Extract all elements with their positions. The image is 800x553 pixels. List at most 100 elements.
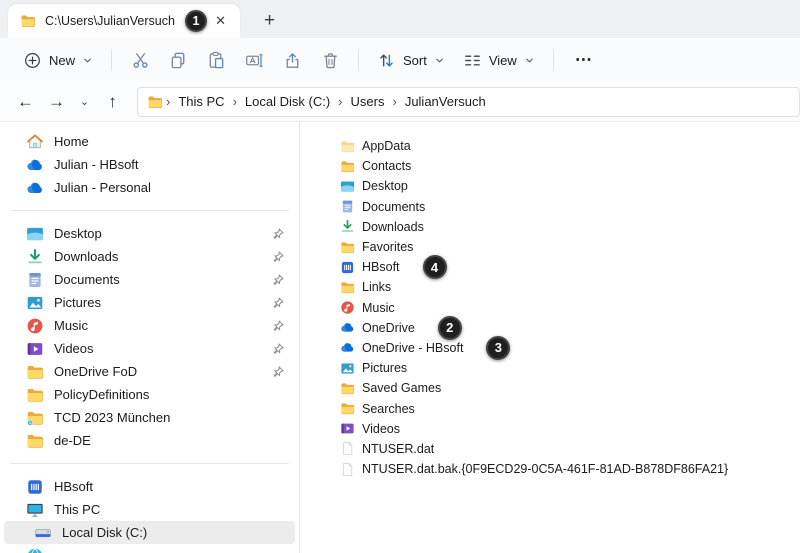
pin-icon — [271, 273, 285, 287]
view-button[interactable]: View — [454, 44, 544, 77]
file-item-documents[interactable]: Documents — [340, 197, 800, 217]
music-icon — [340, 300, 355, 315]
sidebar-item-julian-hbsoft[interactable]: Julian - HBsoft — [4, 153, 295, 176]
file-icon — [340, 441, 355, 456]
downloads-icon — [340, 219, 355, 234]
back-button[interactable]: ← — [10, 88, 41, 116]
share-button[interactable] — [273, 44, 311, 77]
file-name: Music — [362, 301, 395, 315]
file-item-favorites[interactable]: Favorites — [340, 237, 800, 257]
sidebar-item-label: Julian - HBsoft — [54, 157, 139, 172]
desktop-icon — [26, 225, 44, 243]
file-item-searches[interactable]: Searches — [340, 398, 800, 418]
breadcrumb-segment-local-disk-c[interactable]: Local Disk (C:) — [238, 91, 337, 112]
new-button[interactable]: New — [14, 44, 102, 77]
breadcrumb-segment-this-pc[interactable]: This PC — [171, 91, 231, 112]
this-pc-icon — [26, 501, 44, 519]
sidebar-item-downloads[interactable]: Downloads — [4, 245, 295, 268]
file-name: NTUSER.dat — [362, 442, 434, 456]
pin-icon — [271, 250, 285, 264]
file-item-onedrive[interactable]: OneDrive2 — [340, 318, 800, 338]
rename-button[interactable] — [235, 44, 273, 77]
folder-icon — [26, 386, 44, 404]
sidebar-item-videos[interactable]: Videos — [4, 337, 295, 360]
delete-button[interactable] — [311, 44, 349, 77]
file-item-links[interactable]: Links — [340, 277, 800, 297]
explorer-tab[interactable]: C:\Users\JulianVersuch 1 ✕ — [8, 4, 240, 38]
sidebar-item-hbsoft[interactable]: HBsoft — [4, 475, 295, 498]
sidebar-item-de-de[interactable]: de-DE — [4, 429, 295, 452]
file-item-music[interactable]: Music — [340, 298, 800, 318]
sidebar-item-music[interactable]: Music — [4, 314, 295, 337]
file-list: AppData Contacts Desktop Documents Downloads… — [300, 122, 800, 553]
disk-icon — [34, 524, 52, 542]
breadcrumb-segment-julianversuch[interactable]: JulianVersuch — [398, 91, 493, 112]
file-name: HBsoft — [362, 260, 400, 274]
file-item-ntuser-dat-bak-0f9ecd29-0c5a-461f-81ad-b878df86fa21[interactable]: NTUSER.dat.bak.{0F9ECD29-0C5A-461F-81AD-… — [340, 459, 800, 479]
forward-button[interactable]: → — [41, 88, 72, 116]
up-button[interactable]: ↑ — [97, 88, 128, 116]
file-item-pictures[interactable]: Pictures — [340, 358, 800, 378]
sidebar-item-item[interactable] — [4, 544, 295, 553]
sidebar-item-julian-personal[interactable]: Julian - Personal — [4, 176, 295, 199]
file-name: Desktop — [362, 179, 408, 193]
sidebar-item-local-disk-c[interactable]: Local Disk (C:) — [4, 521, 295, 544]
plus-circle-icon — [23, 51, 42, 70]
toolbar-divider — [111, 49, 112, 71]
documents-icon — [26, 271, 44, 289]
file-name: Links — [362, 280, 391, 294]
chevron-down-icon — [524, 55, 535, 66]
sidebar-item-documents[interactable]: Documents — [4, 268, 295, 291]
folder-icon — [340, 240, 355, 255]
hbsoft-icon — [26, 478, 44, 496]
sidebar-divider — [10, 210, 289, 211]
file-name: Saved Games — [362, 381, 441, 395]
pin-icon — [271, 365, 285, 379]
file-name: OneDrive — [362, 321, 415, 335]
file-item-appdata[interactable]: AppData — [340, 136, 800, 156]
copy-button[interactable] — [159, 44, 197, 77]
downloads-icon — [26, 248, 44, 266]
sidebar-item-policydefinitions[interactable]: PolicyDefinitions — [4, 383, 295, 406]
file-item-onedrive-hbsoft[interactable]: OneDrive - HBsoft3 — [340, 338, 800, 358]
sort-button[interactable]: Sort — [368, 44, 454, 77]
sidebar-item-home[interactable]: Home — [4, 130, 295, 153]
pictures-icon — [26, 294, 44, 312]
tab-bar: C:\Users\JulianVersuch 1 ✕ + — [0, 0, 800, 38]
sidebar-item-tcd-2023-m-nchen[interactable]: TCD 2023 München — [4, 406, 295, 429]
file-item-ntuser-dat[interactable]: NTUSER.dat — [340, 439, 800, 459]
tab-close-button[interactable]: ✕ — [207, 11, 234, 31]
onedrive-icon — [26, 179, 44, 197]
paste-button[interactable] — [197, 44, 235, 77]
file-name: AppData — [362, 139, 411, 153]
chevron-down-icon — [82, 55, 93, 66]
new-tab-button[interactable]: + — [264, 11, 275, 30]
pin-icon — [271, 296, 285, 310]
sidebar-item-pictures[interactable]: Pictures — [4, 291, 295, 314]
file-item-saved-games[interactable]: Saved Games — [340, 378, 800, 398]
breadcrumb-segment-users[interactable]: Users — [344, 91, 392, 112]
folder-icon — [340, 381, 355, 396]
file-item-downloads[interactable]: Downloads — [340, 217, 800, 237]
breadcrumb[interactable]: ›This PC›Local Disk (C:)›Users›JulianVer… — [137, 87, 800, 117]
more-options-button[interactable]: ⋯ — [563, 46, 605, 74]
file-item-contacts[interactable]: Contacts — [340, 156, 800, 176]
music-icon — [26, 317, 44, 335]
file-item-videos[interactable]: Videos — [340, 419, 800, 439]
cut-button[interactable] — [121, 44, 159, 77]
hbsoft-icon — [340, 260, 355, 275]
sidebar-item-onedrive-fod[interactable]: OneDrive FoD — [4, 360, 295, 383]
clipboard-icon — [207, 51, 226, 70]
sidebar-item-this-pc[interactable]: This PC — [4, 498, 295, 521]
file-item-hbsoft[interactable]: HBsoft4 — [340, 257, 800, 277]
file-name: Videos — [362, 422, 400, 436]
file-explorer-window: C:\Users\JulianVersuch 1 ✕ + New Sort Vi… — [0, 0, 800, 553]
onedrive-icon — [26, 156, 44, 174]
desktop-icon — [340, 179, 355, 194]
sidebar: Home Julian - HBsoft Julian - Personal Desk… — [0, 122, 300, 553]
file-item-desktop[interactable]: Desktop — [340, 176, 800, 196]
folder-icon — [147, 94, 163, 110]
sidebar-item-desktop[interactable]: Desktop — [4, 222, 295, 245]
file-name: Documents — [362, 200, 425, 214]
recent-locations-button[interactable]: ⌄ — [72, 91, 97, 112]
